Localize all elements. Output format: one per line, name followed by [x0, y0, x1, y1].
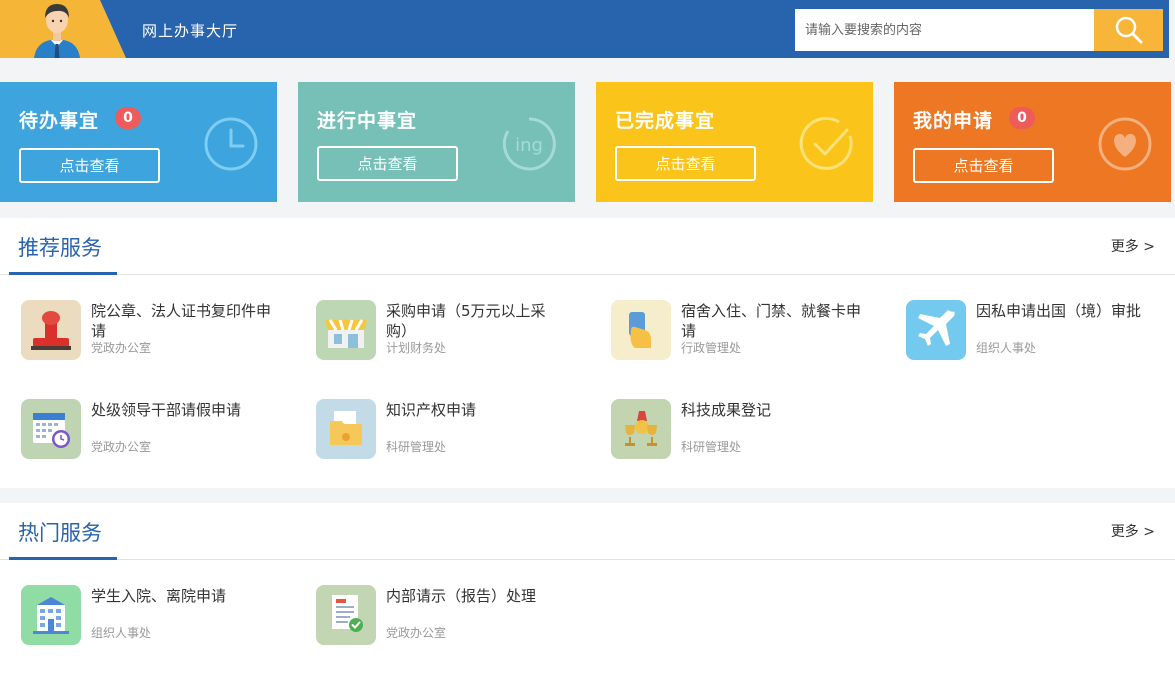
- search-icon: [1115, 16, 1142, 44]
- card-my-applications: 我的申请 点击查看: [894, 82, 1171, 202]
- building-icon: [21, 585, 81, 645]
- service-name: 科技成果登记: [681, 401, 772, 419]
- clock-icon: [204, 117, 258, 171]
- card-completed-view-button[interactable]: 点击查看: [615, 146, 756, 181]
- card-my-applications-badge: 0: [1009, 107, 1035, 129]
- card-in-progress: 进行中事宜 点击查看 ing: [298, 82, 575, 202]
- service-item-travel-abroad[interactable]: 因私申请出国（境）审批 组织人事处: [906, 300, 1175, 362]
- site-title: 网上办事大厅: [142, 22, 239, 40]
- service-dept: 科研管理处: [681, 440, 742, 454]
- service-item-procurement[interactable]: 采购申请（5万元以上采购） 计划财务处: [316, 300, 596, 362]
- ing-icon: ing: [502, 117, 556, 171]
- service-dept: 组织人事处: [976, 341, 1037, 355]
- trophy-icon: [611, 399, 671, 459]
- card-my-applications-title: 我的申请: [913, 110, 994, 132]
- service-dept: 行政管理处: [681, 341, 742, 355]
- recommended-underline: [9, 272, 117, 275]
- service-name: 知识产权申请: [386, 401, 477, 419]
- service-item-leave-request[interactable]: 处级领导干部请假申请 党政办公室: [21, 399, 301, 461]
- card-pending-title: 待办事宜: [19, 110, 100, 132]
- service-dept: 组织人事处: [91, 626, 152, 640]
- service-item-internal-report[interactable]: 内部请示（报告）处理 党政办公室: [316, 585, 596, 647]
- ing-icon-label: ing: [515, 135, 543, 156]
- service-dept: 计划财务处: [386, 341, 447, 355]
- hot-more-link[interactable]: 更多 >: [1111, 521, 1155, 541]
- search-input[interactable]: [795, 9, 1095, 51]
- service-item-tech-registration[interactable]: 科技成果登记 科研管理处: [611, 399, 891, 461]
- card-in-progress-title: 进行中事宜: [317, 110, 418, 132]
- service-name: 采购申请（5万元以上采购）: [386, 302, 546, 340]
- calendar-icon: [21, 399, 81, 459]
- card-my-applications-view-button[interactable]: 点击查看: [913, 148, 1054, 183]
- hot-section: 热门服务 更多 > 学生入院、离院申请 组织人事处 内部请示（报告）处理 党政办…: [0, 503, 1175, 674]
- service-item-student-admission[interactable]: 学生入院、离院申请 组织人事处: [21, 585, 301, 647]
- service-dept: 党政办公室: [386, 626, 447, 640]
- airplane-icon: [906, 300, 966, 360]
- service-dept: 科研管理处: [386, 440, 447, 454]
- stamp-icon: [21, 300, 81, 360]
- hot-header: 热门服务 更多 >: [0, 503, 1175, 560]
- service-name: 因私申请出国（境）审批: [976, 302, 1142, 320]
- shop-icon: [316, 300, 376, 360]
- service-name: 处级领导干部请假申请: [91, 401, 242, 419]
- service-dept: 党政办公室: [91, 440, 152, 454]
- card-completed: 已完成事宜 点击查看: [596, 82, 873, 202]
- avatar: [0, 0, 126, 58]
- check-icon: [799, 116, 853, 170]
- service-item-seal-copy[interactable]: 院公章、法人证书复印件申请 党政办公室: [21, 300, 301, 362]
- recommended-header: 推荐服务 更多 >: [0, 218, 1175, 275]
- user-avatar-icon: [34, 4, 80, 58]
- service-dept: 党政办公室: [91, 341, 152, 355]
- hot-underline: [9, 557, 117, 560]
- card-pending-view-button[interactable]: 点击查看: [19, 148, 160, 183]
- search-button[interactable]: [1094, 9, 1163, 51]
- card-pending: 待办事宜 点击查看: [0, 82, 277, 202]
- top-header: 网上办事大厅: [0, 0, 1169, 58]
- card-completed-title: 已完成事宜: [615, 110, 716, 132]
- service-name: 内部请示（报告）处理: [386, 587, 537, 605]
- service-name: 院公章、法人证书复印件申请: [91, 302, 272, 340]
- card-icon: [611, 300, 671, 360]
- service-name: 学生入院、离院申请: [91, 587, 227, 605]
- recommended-more-link[interactable]: 更多 >: [1111, 236, 1155, 256]
- folder-icon: [316, 399, 376, 459]
- service-name: 宿舍入住、门禁、就餐卡申请: [681, 302, 862, 340]
- recommended-title: 推荐服务: [18, 236, 102, 260]
- recommended-section: 推荐服务 更多 > 院公章、法人证书复印件申请 党政办公室 采购申请（5万元以上…: [0, 218, 1175, 488]
- service-item-dormitory[interactable]: 宿舍入住、门禁、就餐卡申请 行政管理处: [611, 300, 891, 362]
- card-pending-badge: 0: [115, 107, 141, 129]
- hot-title: 热门服务: [18, 521, 102, 545]
- card-in-progress-view-button[interactable]: 点击查看: [317, 146, 458, 181]
- document-check-icon: [316, 585, 376, 645]
- heart-icon: [1098, 117, 1152, 171]
- service-item-ip-application[interactable]: 知识产权申请 科研管理处: [316, 399, 596, 461]
